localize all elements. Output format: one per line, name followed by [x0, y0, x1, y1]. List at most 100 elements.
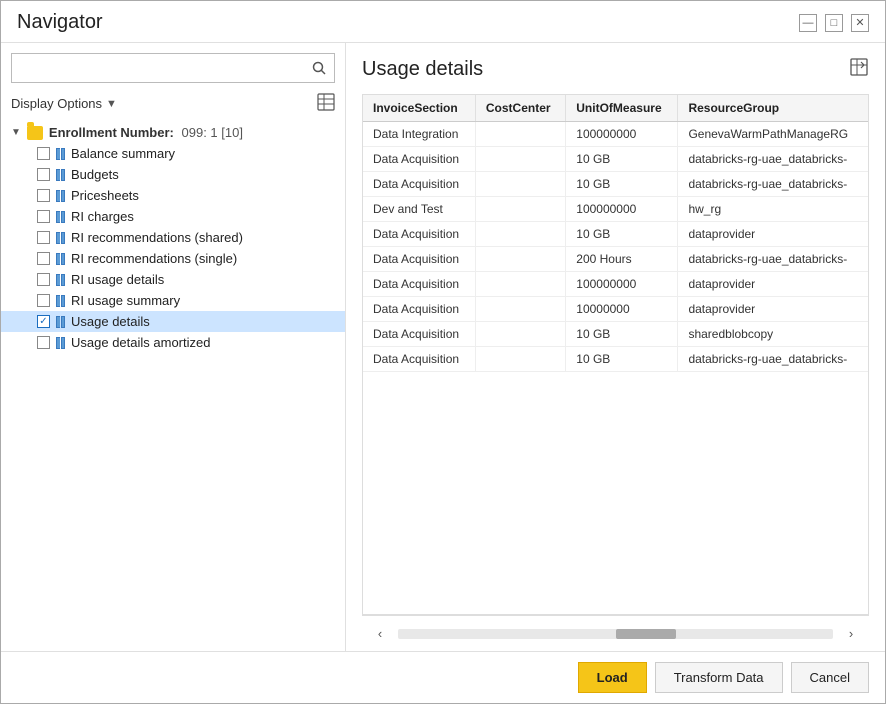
- dialog-title: Navigator: [17, 11, 103, 34]
- tree-item-usage-details[interactable]: Usage details: [1, 311, 345, 332]
- transform-data-button[interactable]: Transform Data: [655, 662, 783, 693]
- checkbox-ri-rec-shared[interactable]: [37, 231, 50, 244]
- table-cell: 10000000: [566, 297, 678, 322]
- table-row: Data Acquisition10 GBdatabricks-rg-uae_d…: [363, 347, 868, 372]
- table-cell: Data Acquisition: [363, 347, 475, 372]
- table-cell: databricks-rg-uae_databricks-: [678, 147, 868, 172]
- checkbox-usage-details[interactable]: [37, 315, 50, 328]
- data-table: InvoiceSection CostCenter UnitOfMeasure …: [363, 95, 868, 372]
- tree: ▼ Enrollment Number: 099: 1 [10] Balance…: [1, 122, 345, 651]
- tree-item-ri-rec-shared[interactable]: RI recommendations (shared): [1, 227, 345, 248]
- table-icon-ri-rec-single: [56, 253, 65, 265]
- close-button[interactable]: ✕: [851, 14, 869, 32]
- table-icon-ri-usage-summary: [56, 295, 65, 307]
- label-ri-usage-summary: RI usage summary: [71, 293, 180, 308]
- table-cell: 10 GB: [566, 322, 678, 347]
- tree-root: ▼ Enrollment Number: 099: 1 [10]: [1, 122, 345, 143]
- collapse-arrow: ▼: [11, 127, 21, 138]
- enrollment-label: Enrollment Number: 099: 1 [10]: [49, 125, 243, 140]
- table-cell: [475, 172, 565, 197]
- export-button[interactable]: [849, 57, 869, 82]
- table-icon-pricesheets: [56, 190, 65, 202]
- table-cell: 10 GB: [566, 222, 678, 247]
- scroll-thumb[interactable]: [616, 629, 676, 639]
- search-row: [11, 53, 335, 83]
- checkbox-budgets[interactable]: [37, 168, 50, 181]
- table-cell: 100000000: [566, 272, 678, 297]
- table-cell: Data Acquisition: [363, 147, 475, 172]
- table-icon-usage-details: [56, 316, 65, 328]
- folder-icon: [27, 126, 43, 140]
- scroll-right-button[interactable]: ›: [841, 624, 861, 644]
- table-icon-usage-details-amortized: [56, 337, 65, 349]
- table-icon-ri-charges: [56, 211, 65, 223]
- search-button[interactable]: [304, 54, 334, 82]
- table-cell: databricks-rg-uae_databricks-: [678, 172, 868, 197]
- table-row: Data Integration 100000000GenevaWarmPathM…: [363, 122, 868, 147]
- tree-item-budgets[interactable]: Budgets: [1, 164, 345, 185]
- window-controls: — □ ✕: [799, 14, 869, 32]
- load-button[interactable]: Load: [578, 662, 647, 693]
- tree-item-usage-details-amortized[interactable]: Usage details amortized: [1, 332, 345, 353]
- checkbox-ri-charges[interactable]: [37, 210, 50, 223]
- table-cell: sharedblobcopy: [678, 322, 868, 347]
- table-cell: [475, 272, 565, 297]
- label-usage-details: Usage details: [71, 314, 150, 329]
- table-cell: 10 GB: [566, 172, 678, 197]
- checkbox-ri-usage-summary[interactable]: [37, 294, 50, 307]
- table-cell: GenevaWarmPathManageRG: [678, 122, 868, 147]
- table-cell: [475, 222, 565, 247]
- tree-item-ri-usage-summary[interactable]: RI usage summary: [1, 290, 345, 311]
- tree-item-ri-usage-details[interactable]: RI usage details: [1, 269, 345, 290]
- table-cell: Dev and Test: [363, 197, 475, 222]
- main-content: Display Options ▼ ▼: [1, 43, 885, 651]
- left-panel: Display Options ▼ ▼: [1, 43, 346, 651]
- table-cell: dataprovider: [678, 222, 868, 247]
- checkbox-pricesheets[interactable]: [37, 189, 50, 202]
- table-row: Data Acquisition10 GBdataprovider: [363, 222, 868, 247]
- table-cell: [475, 197, 565, 222]
- right-panel: Usage details InvoiceSection Cos: [346, 43, 885, 651]
- horizontal-scrollbar: ‹ ›: [362, 615, 869, 651]
- checkbox-ri-rec-single[interactable]: [37, 252, 50, 265]
- table-row: Dev and Test100000000hw_rg: [363, 197, 868, 222]
- cancel-button[interactable]: Cancel: [791, 662, 869, 693]
- table-header-row: InvoiceSection CostCenter UnitOfMeasure …: [363, 95, 868, 122]
- table-row: Data Acquisition100000000dataprovider: [363, 272, 868, 297]
- scroll-track[interactable]: [398, 629, 833, 639]
- dialog-footer: Load Transform Data Cancel: [1, 651, 885, 703]
- enrollment-value: 099: 1 [10]: [182, 125, 243, 140]
- checkbox-ri-usage-details[interactable]: [37, 273, 50, 286]
- table-cell: [475, 247, 565, 272]
- display-options-button[interactable]: Display Options ▼: [11, 96, 117, 111]
- label-usage-details-amortized: Usage details amortized: [71, 335, 210, 350]
- tree-item-pricesheets[interactable]: Pricesheets: [1, 185, 345, 206]
- table-cell: dataprovider: [678, 272, 868, 297]
- enrollment-text: Enrollment Number:: [49, 125, 174, 140]
- tree-item-ri-rec-single[interactable]: RI recommendations (single): [1, 248, 345, 269]
- table-cell: Data Integration: [363, 122, 475, 147]
- search-icon: [312, 61, 326, 75]
- tree-item-ri-charges[interactable]: RI charges: [1, 206, 345, 227]
- table-icon-ri-usage-details: [56, 274, 65, 286]
- restore-button[interactable]: □: [825, 14, 843, 32]
- col-header-invoice-section: InvoiceSection: [363, 95, 475, 122]
- table-row: Data Acquisition200 Hoursdatabricks-rg-u…: [363, 247, 868, 272]
- label-ri-charges: RI charges: [71, 209, 134, 224]
- scroll-left-button[interactable]: ‹: [370, 624, 390, 644]
- table-cell: databricks-rg-uae_databricks-: [678, 247, 868, 272]
- minimize-button[interactable]: —: [799, 14, 817, 32]
- table-cell: 10 GB: [566, 347, 678, 372]
- table-cell: 200 Hours: [566, 247, 678, 272]
- checkbox-usage-details-amortized[interactable]: [37, 336, 50, 349]
- table-cell: 10 GB: [566, 147, 678, 172]
- search-input[interactable]: [12, 56, 304, 81]
- tree-action-button[interactable]: [317, 93, 335, 114]
- checkbox-balance-summary[interactable]: [37, 147, 50, 160]
- table-cell: 100000000: [566, 122, 678, 147]
- table-cell: Data Acquisition: [363, 322, 475, 347]
- title-bar: Navigator — □ ✕: [1, 1, 885, 43]
- tree-item-balance-summary[interactable]: Balance summary: [1, 143, 345, 164]
- label-ri-usage-details: RI usage details: [71, 272, 164, 287]
- right-title: Usage details: [362, 58, 483, 81]
